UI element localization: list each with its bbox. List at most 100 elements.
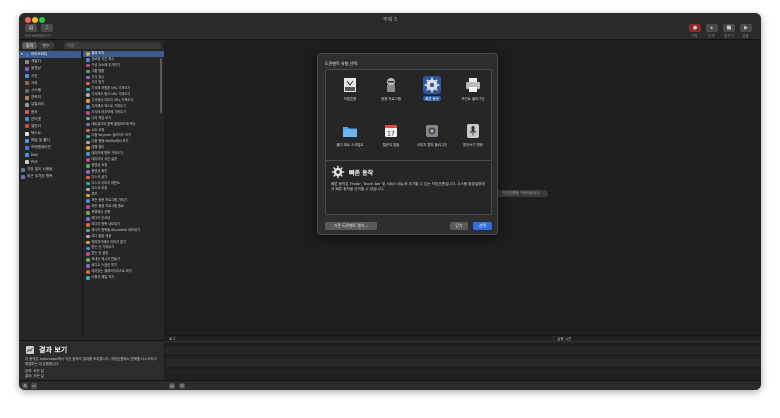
category-item[interactable]: 연락처 (19, 94, 81, 101)
image-capture-icon (426, 125, 438, 137)
library-tabs: 동작 변수 (22, 42, 54, 50)
category-label: 개발자 (31, 59, 41, 64)
sheet-title: 도큐멘트 유형 선택: (325, 61, 359, 66)
action-icon (86, 81, 90, 86)
description-title: 결과 보기 (39, 346, 68, 354)
category-item[interactable]: 사파 (19, 80, 81, 87)
description-output: 결과: 모든 값 (25, 374, 44, 378)
action-icon (86, 187, 90, 192)
action-description-pane: 결과 보기 이 동작은 Automator에서 이전 동작의 결과를 보여줍니다… (19, 340, 164, 380)
action-list: 결과 보기 경로명 사진 휴시 구성 요소에 추가하기 그룹 병합 기사 표시 기사 얻기… (82, 51, 164, 340)
log-view-icon[interactable]: ☰ (179, 383, 185, 389)
media-button[interactable]: ♪ (41, 24, 53, 32)
record-icon: ● (692, 25, 698, 31)
library-pane: 동작 변수 이름 ▾ 라이브러리 개발자 동영상 사진 사파 시스템 연락처 유틸… (19, 40, 164, 340)
category-label: 최근 추가된 항목 (27, 174, 53, 179)
action-icon (86, 181, 90, 186)
template-calendar-alarm[interactable]: 17 캘린더 알림 (372, 120, 410, 154)
category-label: 동영상 (31, 66, 41, 71)
stop-button[interactable]: ■ (723, 24, 735, 32)
record-button[interactable]: ● (689, 24, 701, 32)
category-label: 유틸리티 (31, 102, 45, 107)
record-label: 기록 (691, 34, 698, 38)
template-label: 빠른 동작 (423, 96, 441, 101)
internet-icon (25, 117, 29, 122)
template-label: 응용 프로그램 (381, 97, 401, 101)
media-label: 미디어 (41, 34, 51, 38)
category-item[interactable]: 음악 (19, 109, 81, 116)
template-label: 작업흐름 (343, 97, 357, 101)
choose-button[interactable]: 선택 (473, 222, 492, 230)
gear-icon (331, 165, 345, 179)
calendar-icon (25, 124, 29, 129)
category-item[interactable]: Mail (19, 152, 81, 159)
action-gear-icon[interactable]: ⚙ (22, 383, 28, 389)
category-item[interactable]: 파일 및 폴더 (19, 137, 81, 144)
library-search-input[interactable]: 이름 (64, 42, 161, 49)
close-button[interactable]: 닫기 (450, 222, 468, 230)
photo-icon (25, 74, 29, 79)
media-icon: ♪ (45, 25, 49, 31)
info-title: 빠른 동작 (349, 169, 374, 177)
category-item[interactable]: PDF (19, 159, 81, 166)
printer-icon (466, 78, 480, 92)
template-grid: 작업흐름 응용 프로그램 빠른 동작 프린트 플러그인 폴더 재로 스크립트 1… (325, 69, 492, 162)
category-item[interactable]: 최근 추가된 항목 (19, 173, 81, 180)
open-existing-document-button[interactable]: 기존 도큐멘트 열기... (325, 222, 377, 230)
step-button[interactable]: ▸ (706, 24, 718, 32)
stop-label: 멈추기 (724, 34, 734, 38)
tab-variables[interactable]: 변수 (38, 42, 54, 49)
category-item[interactable]: 사진 (19, 73, 81, 80)
tab-actions[interactable]: 동작 (22, 42, 38, 49)
action-icon (86, 69, 90, 74)
template-dictation-command[interactable]: 받아쓰기 명령 (454, 120, 492, 154)
template-print-plugin[interactable]: 프린트 플러그인 (454, 74, 492, 108)
category-item[interactable]: 가장 많이 사용됨 (19, 166, 81, 173)
category-item[interactable]: 프레젠테이션 (19, 144, 81, 151)
template-workflow[interactable]: 작업흐름 (331, 74, 369, 108)
gear-icon (423, 76, 441, 94)
category-item[interactable]: ▾ 라이브러리 (19, 51, 81, 59)
template-quick-action[interactable]: 빠른 동작 (413, 74, 451, 108)
action-icon (86, 158, 90, 162)
category-item[interactable]: 텍스트 (19, 130, 81, 137)
category-item[interactable]: 동영상 (19, 65, 81, 72)
category-label: 연락처 (31, 95, 41, 100)
workflow-icon (344, 78, 356, 92)
library-icon: ▤ (28, 25, 34, 31)
category-label: PDF (31, 159, 39, 164)
action-icon (86, 246, 90, 251)
description-toggle-icon[interactable]: ▭ (31, 383, 37, 389)
application-robot-icon (387, 78, 395, 92)
category-item[interactable]: 유틸리티 (19, 101, 81, 108)
category-label: 파일 및 폴더 (31, 138, 50, 143)
category-label: 프레젠테이션 (31, 145, 51, 150)
log-column-header[interactable]: 로그 (165, 336, 553, 341)
contacts-icon (25, 95, 29, 100)
run-button[interactable]: ▶ (740, 24, 752, 32)
action-icon (86, 170, 90, 174)
action-list-scrollbar[interactable] (160, 58, 162, 113)
presentation-icon (25, 146, 29, 151)
duration-column-header[interactable]: 실행 시간 (553, 336, 571, 341)
category-item[interactable]: 캘린더 (19, 123, 81, 130)
run-label: 실행 (742, 34, 749, 38)
action-icon (86, 140, 90, 145)
action-icon (86, 146, 90, 150)
category-item[interactable]: 시스템 (19, 87, 81, 94)
template-label: 받아쓰기 명령 (463, 143, 483, 147)
category-item[interactable]: 인터넷 (19, 116, 81, 123)
workflow-view-icon[interactable]: ▤ (169, 383, 175, 389)
action-icon (86, 217, 90, 221)
category-label: 인터넷 (31, 116, 41, 121)
template-image-capture-plugin[interactable]: 이미지 캡처 플러그인 (413, 120, 451, 154)
action-icon (86, 122, 90, 127)
category-item[interactable]: 개발자 (19, 58, 81, 65)
template-application[interactable]: 응용 프로그램 (372, 74, 410, 108)
template-label: 폴더 재로 스크립트 (336, 143, 364, 147)
action-icon (86, 93, 90, 97)
template-folder-action[interactable]: 폴더 재로 스크립트 (331, 120, 369, 154)
library-toggle-button[interactable]: ▤ (25, 24, 37, 32)
music-icon (25, 110, 29, 115)
action-item[interactable]: 사용자 제일 처기 (83, 275, 164, 281)
